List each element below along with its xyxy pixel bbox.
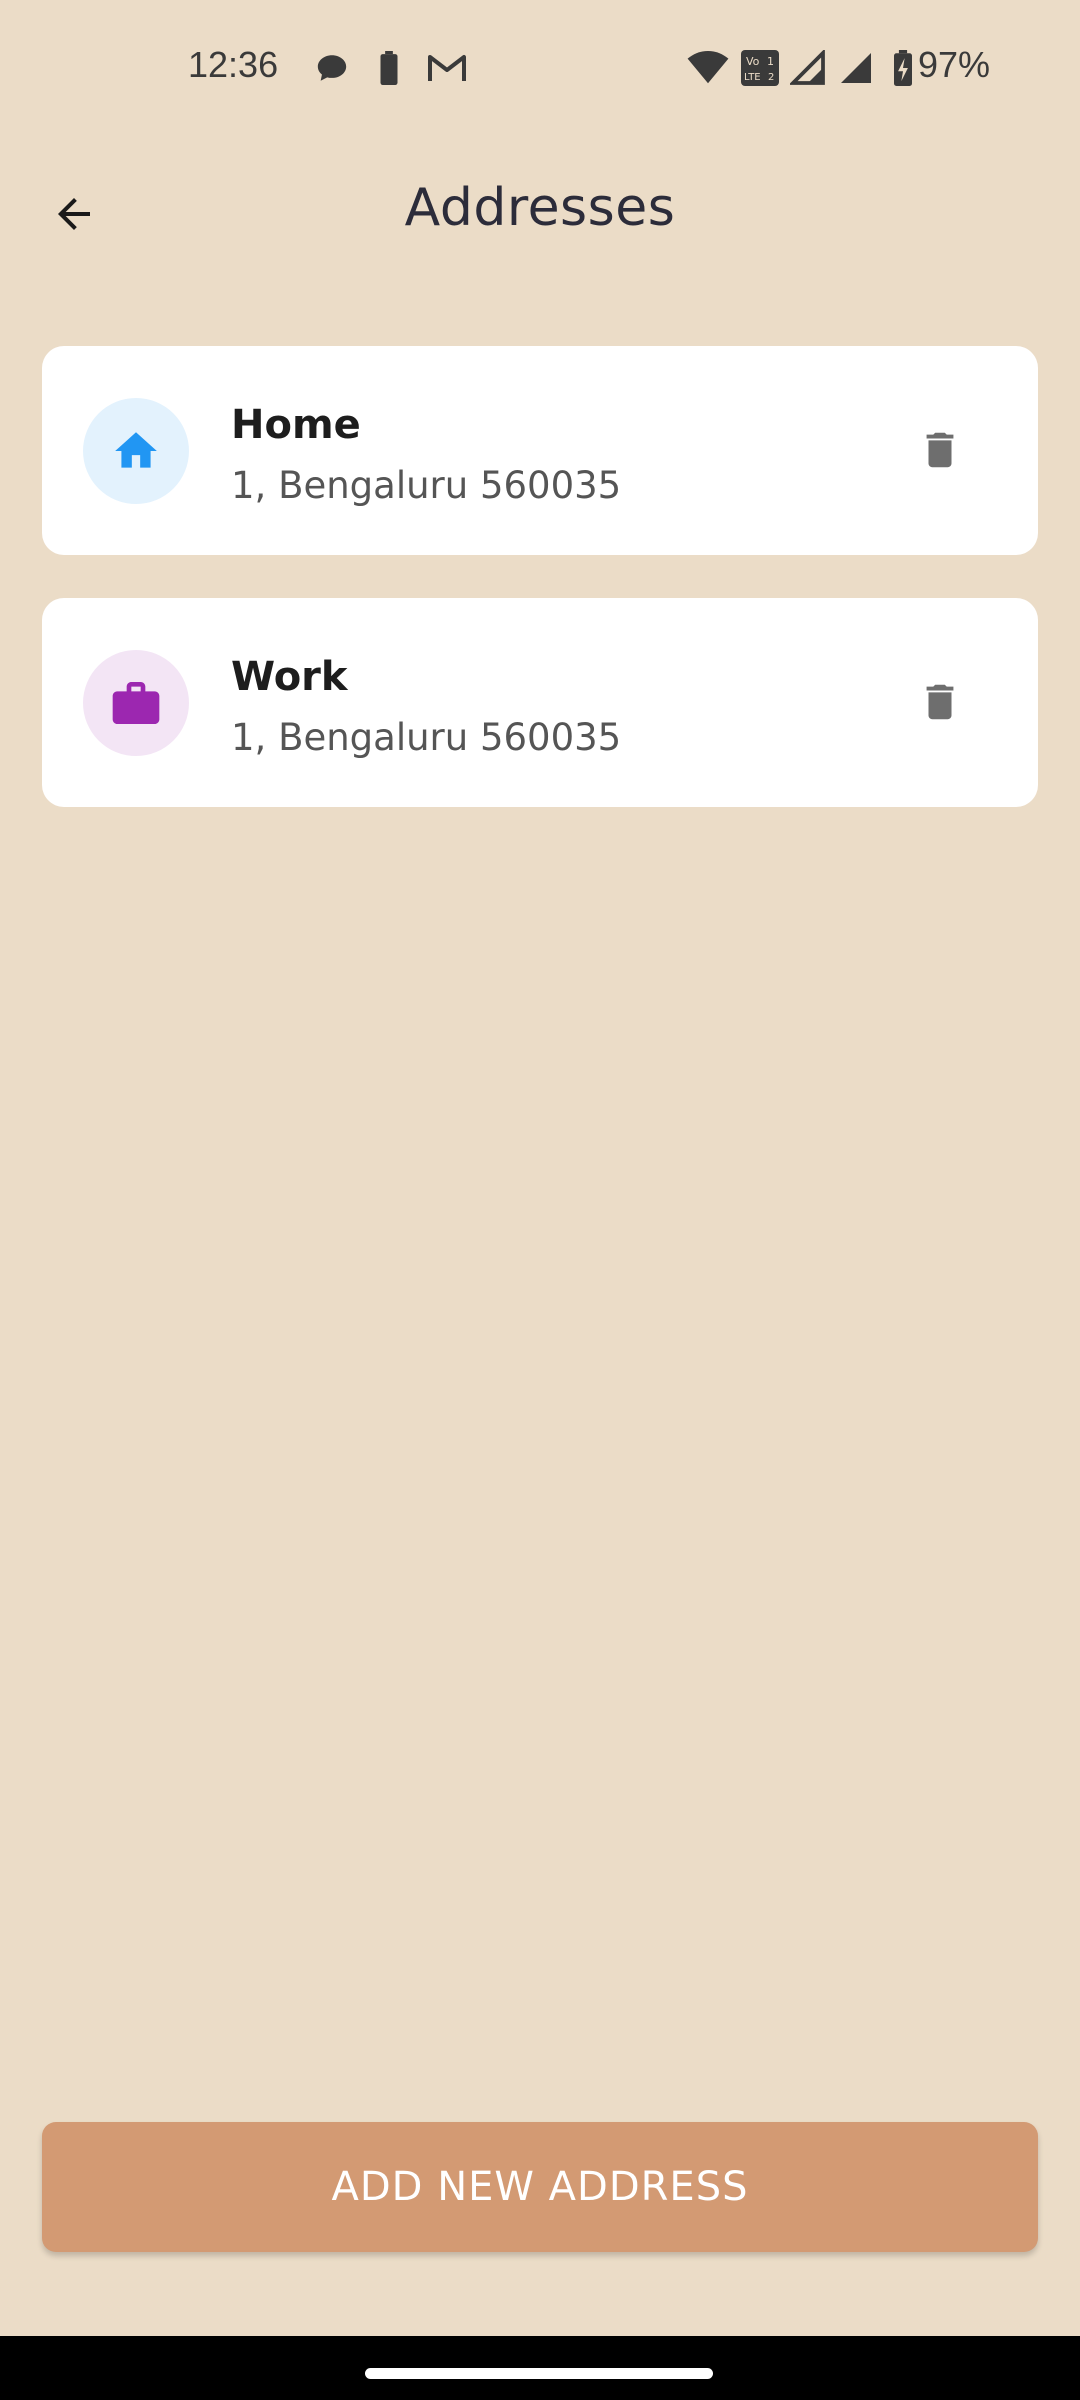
- svg-text:1: 1: [767, 55, 774, 68]
- status-bar: 12:36 Vo 1 LTE 2 97%: [0, 0, 1080, 135]
- svg-text:LTE: LTE: [744, 72, 761, 83]
- trash-icon: [926, 684, 954, 720]
- address-text: 1, Bengaluru 560035: [231, 464, 622, 507]
- work-avatar: [83, 650, 189, 756]
- volte-icon: Vo 1 LTE 2: [740, 48, 780, 88]
- trash-icon: [926, 432, 954, 468]
- address-card-home[interactable]: Home 1, Bengaluru 560035: [42, 346, 1038, 555]
- delete-work-button[interactable]: [902, 664, 978, 740]
- battery-percent: 97%: [917, 44, 990, 85]
- add-new-address-button[interactable]: ADD NEW ADDRESS: [42, 2122, 1038, 2252]
- page-title: Addresses: [404, 178, 676, 238]
- address-label: Home: [231, 402, 361, 448]
- app-header: Addresses: [0, 160, 1080, 260]
- delete-home-button[interactable]: [902, 412, 978, 488]
- wifi-icon: [686, 48, 730, 88]
- gmail-icon: [424, 48, 470, 88]
- address-list: Home 1, Bengaluru 560035 Work 1, Bengalu…: [42, 346, 1038, 850]
- svg-text:2: 2: [768, 72, 774, 83]
- signal-1-icon: [788, 48, 828, 88]
- address-text: 1, Bengaluru 560035: [231, 716, 622, 759]
- home-avatar: [83, 398, 189, 504]
- work-icon: [112, 682, 160, 724]
- navigation-bar: [0, 2336, 1080, 2400]
- signal-2-icon: [836, 48, 876, 88]
- battery-charging-icon: [888, 48, 918, 88]
- address-label: Work: [231, 654, 348, 700]
- status-time: 12:36: [188, 44, 279, 85]
- address-card-work[interactable]: Work 1, Bengaluru 560035: [42, 598, 1038, 807]
- home-gesture-handle[interactable]: [365, 2368, 713, 2379]
- battery-saver-icon: [374, 48, 404, 88]
- svg-text:Vo: Vo: [746, 55, 760, 68]
- home-icon: [115, 432, 157, 468]
- chat-icon: [312, 48, 352, 88]
